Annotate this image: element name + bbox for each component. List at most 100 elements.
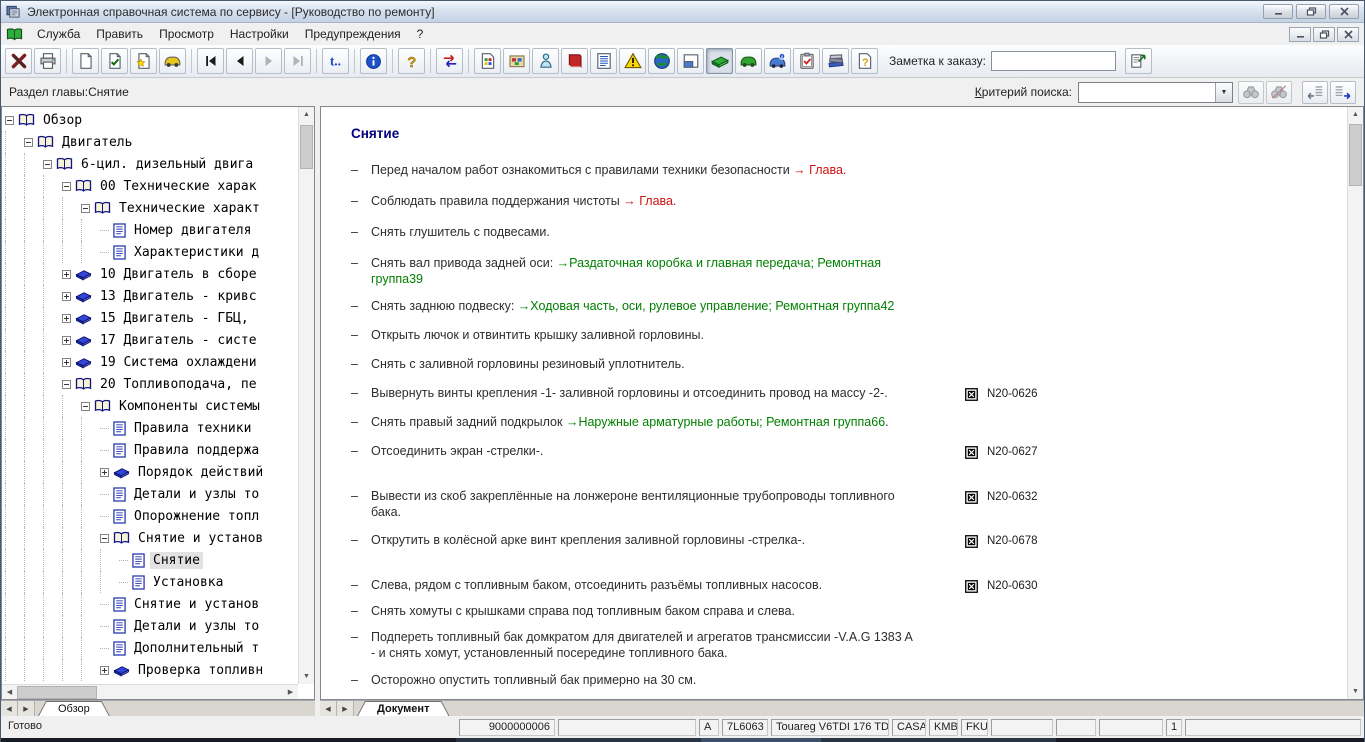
expand-icon[interactable] — [62, 336, 71, 345]
combobox-dropdown-button[interactable]: ▼ — [1215, 83, 1232, 102]
page-star-button[interactable] — [130, 48, 157, 74]
package-button[interactable] — [503, 48, 530, 74]
warning-button[interactable] — [619, 48, 646, 74]
close-button[interactable] — [1329, 4, 1359, 19]
printer-button[interactable] — [34, 48, 61, 74]
tree-item[interactable]: Детали и узлы то — [5, 615, 297, 637]
menu-item[interactable]: Просмотр — [151, 24, 222, 44]
mdi-close-button[interactable] — [1337, 27, 1359, 42]
document-vertical-scrollbar[interactable]: ▲ ▼ — [1347, 107, 1363, 699]
tree-item[interactable]: Дополнительный т — [5, 637, 297, 659]
nav-first-button[interactable] — [197, 48, 224, 74]
tree-item[interactable]: Снятие и установ — [5, 527, 297, 549]
exit-button[interactable] — [5, 48, 32, 74]
tree-item[interactable]: 20 Топливоподача, пе — [5, 373, 297, 395]
mdi-minimize-button[interactable] — [1289, 27, 1311, 42]
expand-icon[interactable] — [62, 292, 71, 301]
car-info-button[interactable] — [764, 48, 791, 74]
expand-icon[interactable] — [100, 666, 109, 675]
nav-back-button[interactable] — [226, 48, 253, 74]
collapse-icon[interactable] — [62, 380, 71, 389]
chapter-link[interactable]: → Глава. — [793, 163, 846, 177]
nav-forward-button[interactable] — [255, 48, 282, 74]
nav-last-button[interactable] — [284, 48, 311, 74]
tree-item[interactable]: Обзор — [5, 109, 297, 131]
repair-group-link[interactable]: →Раздаточная коробка и главная передача;… — [557, 256, 881, 270]
tree-vscroll-thumb[interactable] — [300, 125, 313, 169]
window-split-button[interactable] — [677, 48, 704, 74]
tree-item[interactable]: 10 Двигатель в сборе — [5, 263, 297, 285]
books-stack-button[interactable] — [822, 48, 849, 74]
collapse-icon[interactable] — [81, 402, 90, 411]
repair-group-link[interactable]: →Наружные арматурные работы; Ремонтная г… — [566, 415, 885, 429]
menu-item[interactable]: Предупреждения — [297, 24, 409, 44]
tree-item[interactable]: 17 Двигатель - систе — [5, 329, 297, 351]
menu-item[interactable]: ? — [409, 24, 432, 44]
expand-icon[interactable] — [100, 468, 109, 477]
tab-document[interactable]: Документ — [357, 701, 449, 716]
collapse-icon[interactable] — [24, 138, 33, 147]
doc-question-button[interactable]: ? — [851, 48, 878, 74]
tab-overview[interactable]: Обзор — [38, 701, 110, 716]
minimize-button[interactable] — [1263, 4, 1293, 19]
person-button[interactable] — [532, 48, 559, 74]
figure-reference[interactable]: N20-0627 — [965, 444, 1038, 460]
list-next-button[interactable] — [1330, 81, 1356, 104]
tree-item[interactable]: 6-цил. дизельный двига — [5, 153, 297, 175]
clipboard-check-button[interactable] — [793, 48, 820, 74]
history-t-button[interactable]: t.. — [322, 48, 349, 74]
figure-reference[interactable]: N20-0630 — [965, 578, 1038, 594]
tree-item[interactable]: Технические характ — [5, 197, 297, 219]
car-green-button[interactable] — [735, 48, 762, 74]
tree-item[interactable]: Установка — [5, 571, 297, 593]
tree-item[interactable]: Порядок действий — [5, 461, 297, 483]
menu-item[interactable]: Настройки — [222, 24, 297, 44]
menu-item[interactable]: Править — [88, 24, 151, 44]
collapse-icon[interactable] — [81, 204, 90, 213]
tree-item[interactable]: 13 Двигатель - кривс — [5, 285, 297, 307]
search-criteria-value[interactable] — [1079, 83, 1215, 102]
collapse-icon[interactable] — [100, 534, 109, 543]
collapse-icon[interactable] — [5, 116, 14, 125]
doc-vscroll-thumb[interactable] — [1349, 124, 1362, 186]
doc-table-button[interactable] — [474, 48, 501, 74]
tree-item[interactable]: Правила поддержа — [5, 439, 297, 461]
info-button[interactable] — [360, 48, 387, 74]
scroll-up-arrow[interactable]: ▲ — [299, 107, 314, 122]
tree-item[interactable]: 15 Двигатель - ГБЦ, — [5, 307, 297, 329]
restore-button[interactable] — [1296, 4, 1326, 19]
expand-icon[interactable] — [62, 358, 71, 367]
tree-hscroll-thumb[interactable] — [17, 686, 97, 699]
tab-scroll-right-button[interactable]: ▶ — [337, 701, 354, 716]
book-green-button[interactable] — [706, 48, 733, 74]
tree-item[interactable]: 00 Технические харак — [5, 175, 297, 197]
order-note-input[interactable] — [991, 51, 1116, 71]
scroll-right-arrow[interactable]: ▶ — [283, 685, 298, 699]
tree-item[interactable]: Проверка топливн — [5, 659, 297, 681]
tree-item[interactable]: Двигатель — [5, 131, 297, 153]
chapter-link[interactable]: → Глава. — [623, 194, 676, 208]
search-criteria-combobox[interactable]: ▼ — [1078, 82, 1233, 103]
tab-scroll-left-button[interactable]: ◀ — [1, 701, 18, 716]
tree-item[interactable]: Снятие и установ — [5, 593, 297, 615]
tab-scroll-left-button[interactable]: ◀ — [320, 701, 337, 716]
figure-reference[interactable]: N20-0678 — [965, 533, 1038, 549]
car-yellow-button[interactable] — [159, 48, 186, 74]
binoculars-button[interactable] — [1238, 81, 1264, 104]
tree-horizontal-scrollbar[interactable]: ◀ ▶ — [2, 684, 298, 699]
binoculars2-button[interactable] — [1266, 81, 1292, 104]
tree-item[interactable]: Опорожнение топл — [5, 505, 297, 527]
page-new-button[interactable] — [72, 48, 99, 74]
scroll-down-arrow[interactable]: ▼ — [299, 669, 314, 684]
refresh-button[interactable] — [436, 48, 463, 74]
tree-item[interactable]: Правила техники — [5, 417, 297, 439]
help-button[interactable]: ? — [398, 48, 425, 74]
globe-button[interactable] — [648, 48, 675, 74]
collapse-icon[interactable] — [62, 182, 71, 191]
tree-item[interactable]: Характеристики д — [5, 241, 297, 263]
tab-scroll-right-button[interactable]: ▶ — [18, 701, 35, 716]
page-check-button[interactable] — [101, 48, 128, 74]
list-prev-button[interactable] — [1302, 81, 1328, 104]
scroll-up-arrow[interactable]: ▲ — [1348, 107, 1363, 122]
repair-group-link[interactable]: →Ходовая часть, оси, рулевое управление;… — [518, 299, 895, 313]
